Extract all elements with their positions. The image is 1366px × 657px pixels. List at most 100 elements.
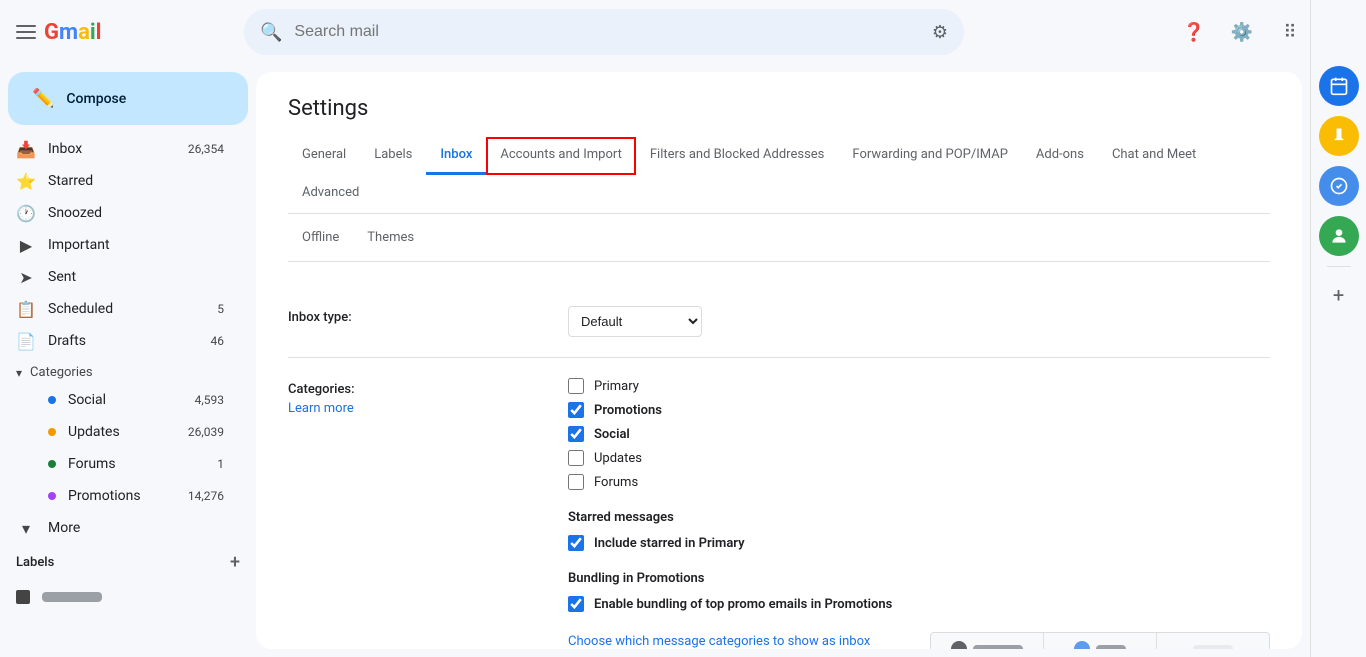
category-promotions-label[interactable]: Promotions [594,403,662,418]
preview-tab-1 [931,633,1044,649]
preview-tab-3 [1157,633,1269,649]
info-text-1: Choose which message categories to show … [568,632,890,649]
enable-bundling-label[interactable]: Enable bundling of top promo emails in P… [594,597,892,612]
apps-icon[interactable]: ⠿ [1270,12,1310,52]
settings-subtabs: Offline Themes [288,214,1270,262]
drafts-icon: 📄 [16,332,36,351]
sidebar-item-updates[interactable]: Updates 26,039 [0,416,240,448]
sidebar-item-more[interactable]: ▾ More [0,512,240,544]
label-color-box-icon [16,590,30,604]
settings-title: Settings [288,96,1270,121]
category-social-row: Social [568,426,1270,442]
search-input[interactable] [294,23,919,41]
sidebar-item-sent[interactable]: ➤ Sent [0,261,240,293]
categories-value: Primary Promotions Social Updates Forums [568,378,1270,649]
sidebar-item-promotions[interactable]: Promotions 14,276 [0,480,240,512]
tab-general[interactable]: General [288,137,360,175]
include-starred-label[interactable]: Include starred in Primary [594,536,745,551]
sidebar-item-scheduled[interactable]: 📋 Scheduled 5 [0,293,240,325]
preview-tab-2 [1044,633,1157,649]
subtab-offline[interactable]: Offline [288,222,353,253]
categories-section[interactable]: ▾ Categories [0,361,256,384]
search-bar[interactable]: 🔍 ⚙ [244,9,964,55]
info-row: Choose which message categories to show … [568,632,1270,649]
tab-addons[interactable]: Add-ons [1022,137,1098,175]
learn-more-link[interactable]: Learn more [288,401,568,416]
topbar: Gmail 🔍 ⚙ ❓ ⚙️ ⠿ [0,0,1366,64]
starred-icon: ⭐ [16,172,36,191]
social-dot-icon [48,396,56,404]
sidebar: ✏️ Compose 📥 Inbox 26,354 ⭐ Starred 🕐 Sn… [0,64,256,657]
compose-button[interactable]: ✏️ Compose [8,72,248,125]
inbox-count: 26,354 [188,142,224,156]
filter-options-icon[interactable]: ⚙ [932,22,948,43]
tab-labels[interactable]: Labels [360,137,426,175]
preview-header [931,633,1269,649]
help-icon[interactable]: ❓ [1174,12,1214,52]
keep-icon[interactable] [1319,116,1359,156]
category-updates-label[interactable]: Updates [594,451,642,466]
tab-chat[interactable]: Chat and Meet [1098,137,1210,175]
sidebar-item-snoozed[interactable]: 🕐 Snoozed [0,197,240,229]
sidebar-item-inbox[interactable]: 📥 Inbox 26,354 [0,133,240,165]
tab-inbox[interactable]: Inbox [426,137,486,175]
settings-icon[interactable]: ⚙️ [1222,12,1262,52]
tab-accounts-import[interactable]: Accounts and Import [486,137,635,175]
promotions-label: Promotions [68,488,188,504]
inbox-type-label: Inbox type: [288,306,568,337]
starred-messages-title: Starred messages [568,510,1270,525]
sidebar-item-starred[interactable]: ⭐ Starred [0,165,240,197]
updates-label: Updates [68,424,188,440]
category-updates-checkbox[interactable] [568,450,584,466]
include-starred-row: Include starred in Primary [568,535,1270,551]
sidebar-item-forums[interactable]: Forums 1 [0,448,240,480]
categories-label-text: Categories: Learn more [288,378,568,649]
add-app-button[interactable]: + [1319,275,1359,315]
social-count: 4,593 [195,393,224,407]
updates-dot-icon [48,428,56,436]
enable-bundling-row: Enable bundling of top promo emails in P… [568,596,1270,612]
logo-m-icon: Gmail [44,20,102,45]
right-sidebar: + [1310,64,1366,657]
category-promotions-checkbox[interactable] [568,402,584,418]
sidebar-item-drafts[interactable]: 📄 Drafts 46 [0,325,240,357]
category-social-label[interactable]: Social [594,427,630,442]
forums-dot-icon [48,460,56,468]
categories-row: Categories: Learn more Primary Promotion… [288,358,1270,649]
contacts-icon[interactable] [1319,216,1359,256]
important-label: Important [48,237,224,253]
add-label-button[interactable]: + [230,552,240,573]
category-social-checkbox[interactable] [568,426,584,442]
category-forums-row: Forums [568,474,1270,490]
labels-title: Labels [16,555,54,570]
tab-advanced[interactable]: Advanced [288,175,373,213]
category-primary-checkbox[interactable] [568,378,584,394]
label-item-black[interactable] [0,581,256,613]
sidebar-item-social[interactable]: Social 4,593 [0,384,240,416]
bundling-section: Bundling in Promotions Enable bundling o… [568,571,1270,612]
category-forums-label[interactable]: Forums [594,475,638,490]
label-name [42,592,102,602]
category-primary-label[interactable]: Primary [594,379,639,394]
include-starred-checkbox[interactable] [568,535,584,551]
right-sidebar-divider [1327,266,1351,267]
sidebar-item-important[interactable]: ▶ Important [0,229,240,261]
drafts-count: 46 [211,334,225,348]
category-promotions-row: Promotions [568,402,1270,418]
tasks-icon[interactable] [1319,166,1359,206]
tab-filters[interactable]: Filters and Blocked Addresses [636,137,839,175]
search-icon: 🔍 [260,22,282,43]
starred-label: Starred [48,173,224,189]
starred-messages-section: Starred messages Include starred in Prim… [568,510,1270,551]
inbox-preview: ☆ ☆ ☆ [930,632,1270,649]
inbox-type-value: Default Important first Unread first Sta… [568,306,1270,337]
calendar-icon[interactable] [1319,66,1359,106]
inbox-type-select[interactable]: Default Important first Unread first Sta… [568,306,702,337]
subtab-themes[interactable]: Themes [353,222,428,253]
tab-forwarding[interactable]: Forwarding and POP/IMAP [838,137,1022,175]
category-forums-checkbox[interactable] [568,474,584,490]
scheduled-count: 5 [217,302,224,316]
enable-bundling-checkbox[interactable] [568,596,584,612]
topbar-left: Gmail [16,20,236,45]
menu-icon[interactable] [16,22,36,42]
